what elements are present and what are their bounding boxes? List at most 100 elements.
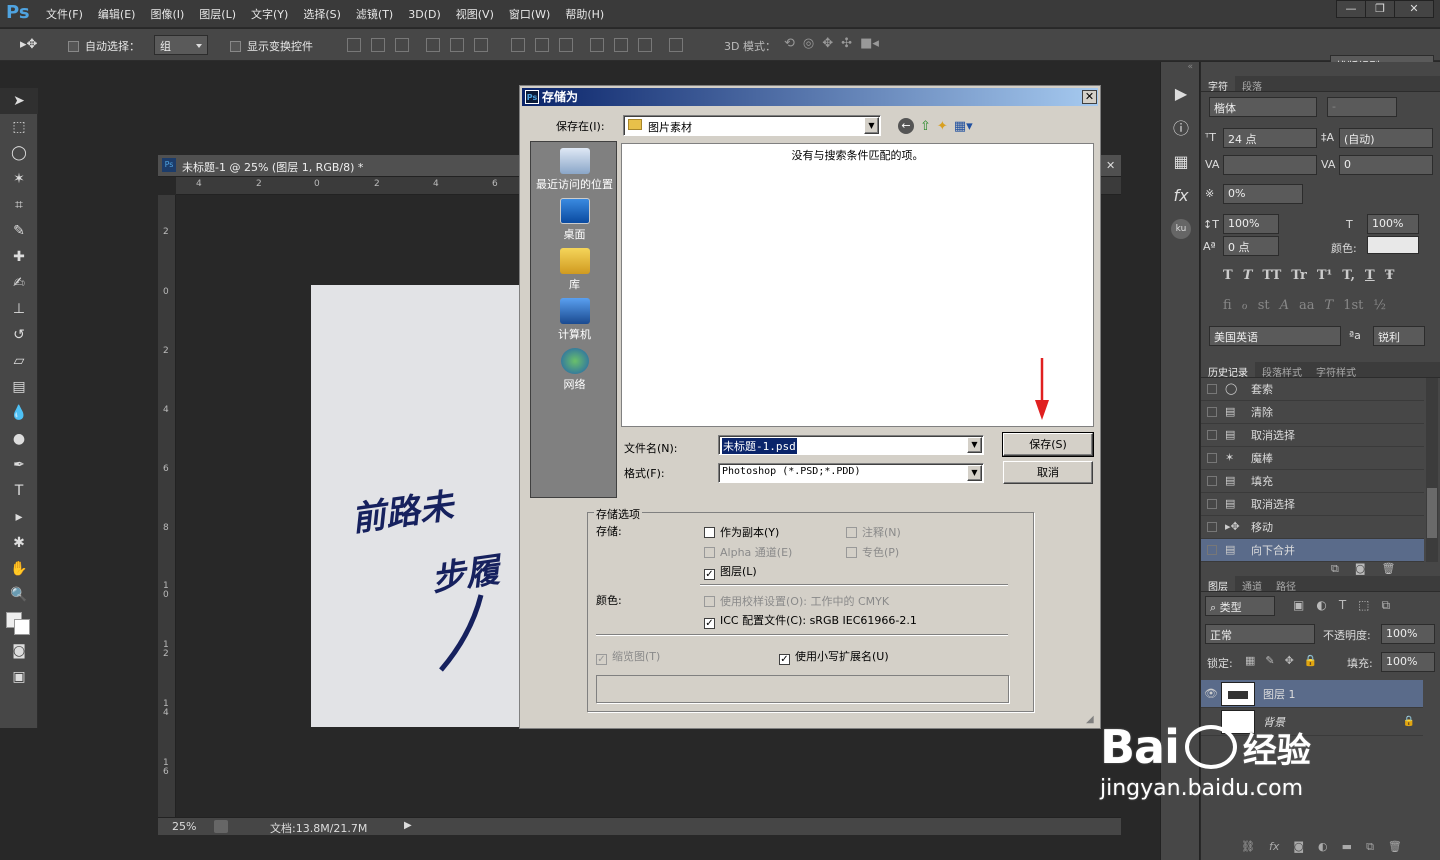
history-checkbox[interactable]: [1207, 476, 1217, 486]
align-bottom-icon[interactable]: [395, 38, 409, 52]
old-style-icon[interactable]: ℴ: [1242, 298, 1248, 313]
3d-slide-icon[interactable]: ✣: [841, 36, 852, 51]
view-menu-icon[interactable]: ▦▾: [954, 119, 973, 134]
type-tool-icon[interactable]: T: [0, 478, 38, 504]
color-swatches[interactable]: [0, 608, 38, 638]
tab-paragraph-styles[interactable]: 段落样式: [1255, 362, 1309, 379]
align-vcenter-icon[interactable]: [371, 38, 385, 52]
gradient-tool-icon[interactable]: ▤: [0, 374, 38, 400]
blur-tool-icon[interactable]: 💧: [0, 400, 38, 426]
faux-italic-icon[interactable]: T: [1243, 268, 1253, 283]
collapse-icon[interactable]: «: [1161, 62, 1199, 76]
history-scroll-thumb[interactable]: [1427, 488, 1437, 538]
place-desktop[interactable]: 桌面: [531, 192, 618, 242]
distribute-vcenter-icon[interactable]: [535, 38, 549, 52]
save-in-dropdown[interactable]: 图片素材 ▼: [623, 115, 881, 136]
zoom-level[interactable]: 25%: [172, 820, 196, 833]
layers-checkbox[interactable]: ✓: [704, 569, 715, 580]
status-menu-arrow-icon[interactable]: ▶: [404, 820, 412, 831]
delete-state-icon[interactable]: 🗑: [1382, 562, 1396, 576]
lowercase-ext-option[interactable]: ✓ 使用小写扩展名(U): [779, 648, 889, 665]
history-scrollbar[interactable]: [1426, 378, 1438, 562]
as-copy-checkbox[interactable]: [704, 527, 715, 538]
font-size-field[interactable]: 24 点: [1223, 128, 1317, 148]
history-item[interactable]: ▤ 取消选择: [1201, 424, 1424, 447]
lowercase-ext-checkbox[interactable]: ✓: [779, 654, 790, 665]
healing-tool-icon[interactable]: ✚: [0, 244, 38, 270]
auto-select-checkbox[interactable]: [68, 40, 79, 52]
zoom-tool-icon[interactable]: 🔍: [0, 582, 38, 608]
auto-select-dropdown[interactable]: 组: [154, 35, 208, 55]
filter-pixel-icon[interactable]: ▣: [1293, 598, 1304, 613]
move-tool-icon[interactable]: ▸✥: [20, 37, 37, 52]
history-checkbox[interactable]: [1207, 499, 1217, 509]
eye-icon[interactable]: 👁: [1201, 687, 1221, 700]
close-doc-icon[interactable]: ✕: [1106, 155, 1121, 177]
minimize-button[interactable]: —: [1336, 0, 1366, 18]
3d-roll-icon[interactable]: ◎: [803, 36, 814, 51]
document-canvas[interactable]: 前路未 步履: [311, 285, 541, 727]
lock-position-icon[interactable]: ✥: [1285, 654, 1294, 667]
format-dropdown-arrow-icon[interactable]: ▼: [967, 465, 982, 481]
tracking-field[interactable]: 0: [1339, 155, 1433, 175]
opacity-field[interactable]: 100%: [1381, 624, 1435, 644]
stamp-tool-icon[interactable]: ⊥: [0, 296, 38, 322]
menu-help[interactable]: 帮助(H): [565, 6, 604, 22]
layer-mask-icon[interactable]: ◙: [1293, 840, 1304, 854]
save-in-dropdown-arrow-icon[interactable]: ▼: [864, 117, 879, 134]
kerning-field[interactable]: [1223, 155, 1317, 175]
text-color-swatch[interactable]: [1367, 236, 1419, 254]
history-item[interactable]: ▤ 取消选择: [1201, 493, 1424, 516]
adjustment-layer-icon[interactable]: ◐: [1318, 840, 1328, 854]
eyedropper-tool-icon[interactable]: ✎: [0, 218, 38, 244]
lasso-tool-icon[interactable]: ◯: [0, 140, 38, 166]
fractions-icon[interactable]: ½: [1373, 298, 1386, 313]
fx-icon[interactable]: fx: [1161, 178, 1201, 212]
up-folder-icon[interactable]: ⇧: [920, 119, 931, 134]
font-family-dropdown[interactable]: 楷体: [1209, 97, 1317, 117]
grid-panel-icon[interactable]: ▦: [1161, 144, 1201, 178]
subscript-icon[interactable]: T,: [1342, 268, 1355, 283]
dodge-tool-icon[interactable]: ●: [0, 426, 38, 452]
filename-dropdown-arrow-icon[interactable]: ▼: [967, 437, 982, 453]
as-copy-option[interactable]: 作为副本(Y): [704, 524, 779, 540]
dialog-titlebar[interactable]: Ps 存储为: [522, 88, 1098, 106]
close-button[interactable]: ✕: [1394, 0, 1434, 18]
lock-pixels-icon[interactable]: ✎: [1265, 654, 1274, 667]
blend-mode-dropdown[interactable]: 正常: [1205, 624, 1315, 644]
layer-filter-dropdown[interactable]: ⌕ 类型: [1205, 596, 1275, 616]
filter-smart-icon[interactable]: ⧉: [1382, 598, 1391, 613]
tab-layers[interactable]: 图层: [1201, 576, 1235, 593]
history-checkbox[interactable]: [1207, 545, 1217, 555]
menu-type[interactable]: 文字(Y): [251, 6, 288, 22]
background-color-icon[interactable]: [14, 619, 30, 635]
menu-window[interactable]: 窗口(W): [509, 6, 550, 22]
align-left-icon[interactable]: [426, 38, 440, 52]
tab-character[interactable]: 字符: [1201, 76, 1235, 93]
filter-shape-icon[interactable]: ⬚: [1358, 598, 1369, 613]
distribute-right-icon[interactable]: [638, 38, 652, 52]
menu-3d[interactable]: 3D(D): [408, 8, 441, 21]
menu-view[interactable]: 视图(V): [456, 6, 494, 22]
marquee-tool-icon[interactable]: ⬚: [0, 114, 38, 140]
restore-button[interactable]: ❐: [1365, 0, 1395, 18]
magic-wand-tool-icon[interactable]: ✶: [0, 166, 38, 192]
tab-paragraph[interactable]: 段落: [1235, 76, 1269, 93]
move-tool-icon[interactable]: ➤: [0, 88, 38, 114]
place-computer[interactable]: 计算机: [531, 292, 618, 342]
auto-align-icon[interactable]: [669, 38, 683, 52]
ordinals-icon[interactable]: 1st: [1343, 298, 1363, 313]
resize-grip-icon[interactable]: ◢: [1086, 714, 1098, 726]
distribute-bottom-icon[interactable]: [559, 38, 573, 52]
history-checkbox[interactable]: [1207, 407, 1217, 417]
faux-bold-icon[interactable]: T: [1223, 268, 1233, 283]
show-transform-checkbox[interactable]: [230, 40, 241, 52]
3d-rotate-icon[interactable]: ⟲: [784, 36, 795, 51]
history-item[interactable]: ▤ 填充: [1201, 470, 1424, 493]
tab-paths[interactable]: 路径: [1269, 576, 1303, 593]
history-item[interactable]: ▤ 清除: [1201, 401, 1424, 424]
place-recent[interactable]: 最近访问的位置: [531, 142, 618, 192]
menu-select[interactable]: 选择(S): [303, 6, 341, 22]
antialias-dropdown[interactable]: 锐利: [1373, 326, 1425, 346]
superscript-icon[interactable]: T¹: [1317, 268, 1332, 283]
